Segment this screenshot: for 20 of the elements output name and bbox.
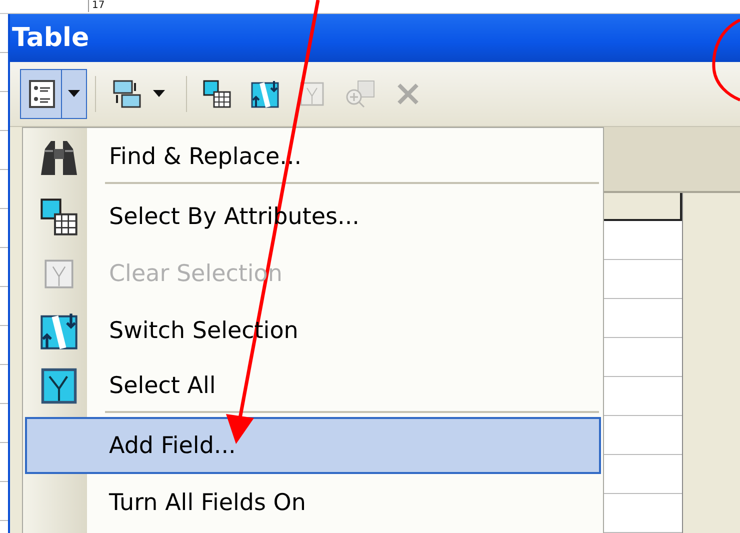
menu-item-label: Turn All Fields On xyxy=(108,490,306,516)
menu-item[interactable]: Turn All Fields On xyxy=(25,474,601,531)
zoom-icon xyxy=(344,79,376,109)
menu-item-label: Add Field... xyxy=(108,432,236,458)
toolbar-button[interactable] xyxy=(20,69,87,119)
selection-table-icon xyxy=(202,79,232,109)
selection-table-icon xyxy=(39,196,79,236)
tables-icon xyxy=(111,79,143,109)
select-all-icon xyxy=(40,366,78,404)
list-icon xyxy=(27,79,57,109)
caret-icon xyxy=(68,90,80,98)
menu-item-label: Select All xyxy=(108,372,216,398)
switch-selection-icon xyxy=(250,79,280,109)
menu-item[interactable]: Add Field... xyxy=(25,417,601,474)
window-title: Table xyxy=(12,23,90,53)
switch-selection-icon xyxy=(39,310,79,350)
sheet-cell-text: 17 xyxy=(88,0,105,12)
clear-selection-icon xyxy=(42,256,76,290)
caret-icon xyxy=(153,90,165,98)
clear-selection-icon xyxy=(298,80,326,108)
